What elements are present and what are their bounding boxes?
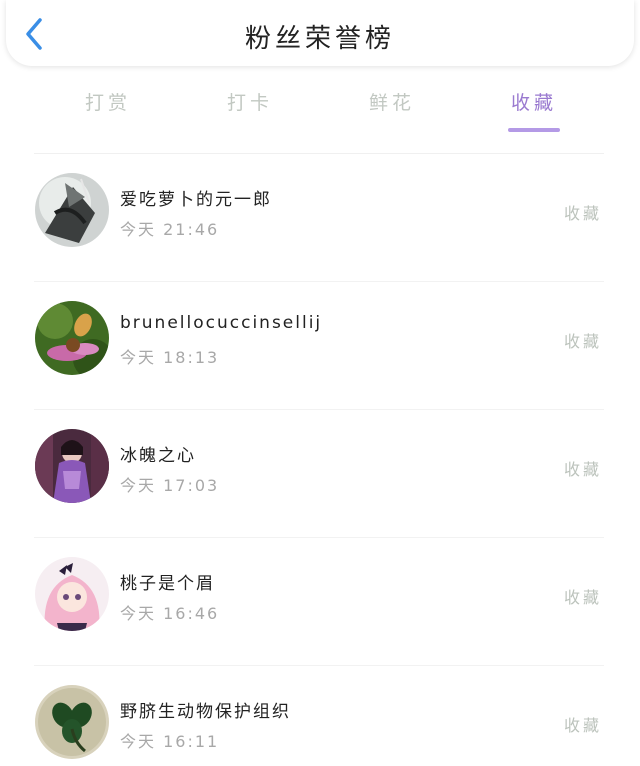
favorite-label[interactable]: 收藏 [564,200,602,224]
user-name: brunellocuccinsellij [120,313,323,333]
avatar[interactable] [35,173,109,247]
tab-reward-label: 打赏 [84,92,131,114]
tab-reward[interactable]: 打赏 [58,86,158,132]
avatar[interactable] [35,429,109,503]
avatar[interactable] [35,301,109,375]
tab-checkin[interactable]: 打卡 [200,86,300,132]
favorite-label[interactable]: 收藏 [564,328,602,352]
page-title: 粉丝荣誉榜 [244,24,395,54]
page: 粉丝荣誉榜 打赏 打卡 鲜花 收藏 爱吃萝卜的元一郎 今天 21:46 收藏 b… [0,0,640,766]
list-item[interactable]: 野脐生动物保护组织 今天 16:11 收藏 [0,666,640,766]
user-name: 野脐生动物保护组织 [120,702,291,722]
list-item[interactable]: brunellocuccinsellij 今天 18:13 收藏 [0,282,640,410]
user-name: 冰魄之心 [120,446,196,466]
timestamp: 今天 17:03 [120,476,220,495]
list-item[interactable]: 桃子是个眉 今天 16:46 收藏 [0,538,640,666]
tab-bar: 打赏 打卡 鲜花 收藏 [0,86,640,136]
header-bar: 粉丝荣誉榜 [6,0,634,66]
list-item[interactable]: 冰魄之心 今天 17:03 收藏 [0,410,640,538]
avatar[interactable] [35,685,109,759]
avatar[interactable] [35,557,109,631]
fan-list: 爱吃萝卜的元一郎 今天 21:46 收藏 brunellocuccinselli… [0,154,640,766]
user-name: 爱吃萝卜的元一郎 [120,190,272,210]
favorite-label[interactable]: 收藏 [564,456,602,480]
timestamp: 今天 16:11 [120,732,220,751]
tab-checkin-label: 打卡 [226,92,273,114]
favorite-label[interactable]: 收藏 [564,584,602,608]
active-tab-indicator [508,128,560,132]
user-name: 桃子是个眉 [120,574,215,594]
timestamp: 今天 18:13 [120,348,220,367]
timestamp: 今天 16:46 [120,604,220,623]
tab-flowers-label: 鲜花 [368,92,415,114]
tab-favorites-label: 收藏 [510,92,557,114]
timestamp: 今天 21:46 [120,220,220,239]
tab-favorites[interactable]: 收藏 [484,86,584,132]
list-item[interactable]: 爱吃萝卜的元一郎 今天 21:46 收藏 [0,154,640,282]
tab-flowers[interactable]: 鲜花 [342,86,442,132]
favorite-label[interactable]: 收藏 [564,712,602,736]
